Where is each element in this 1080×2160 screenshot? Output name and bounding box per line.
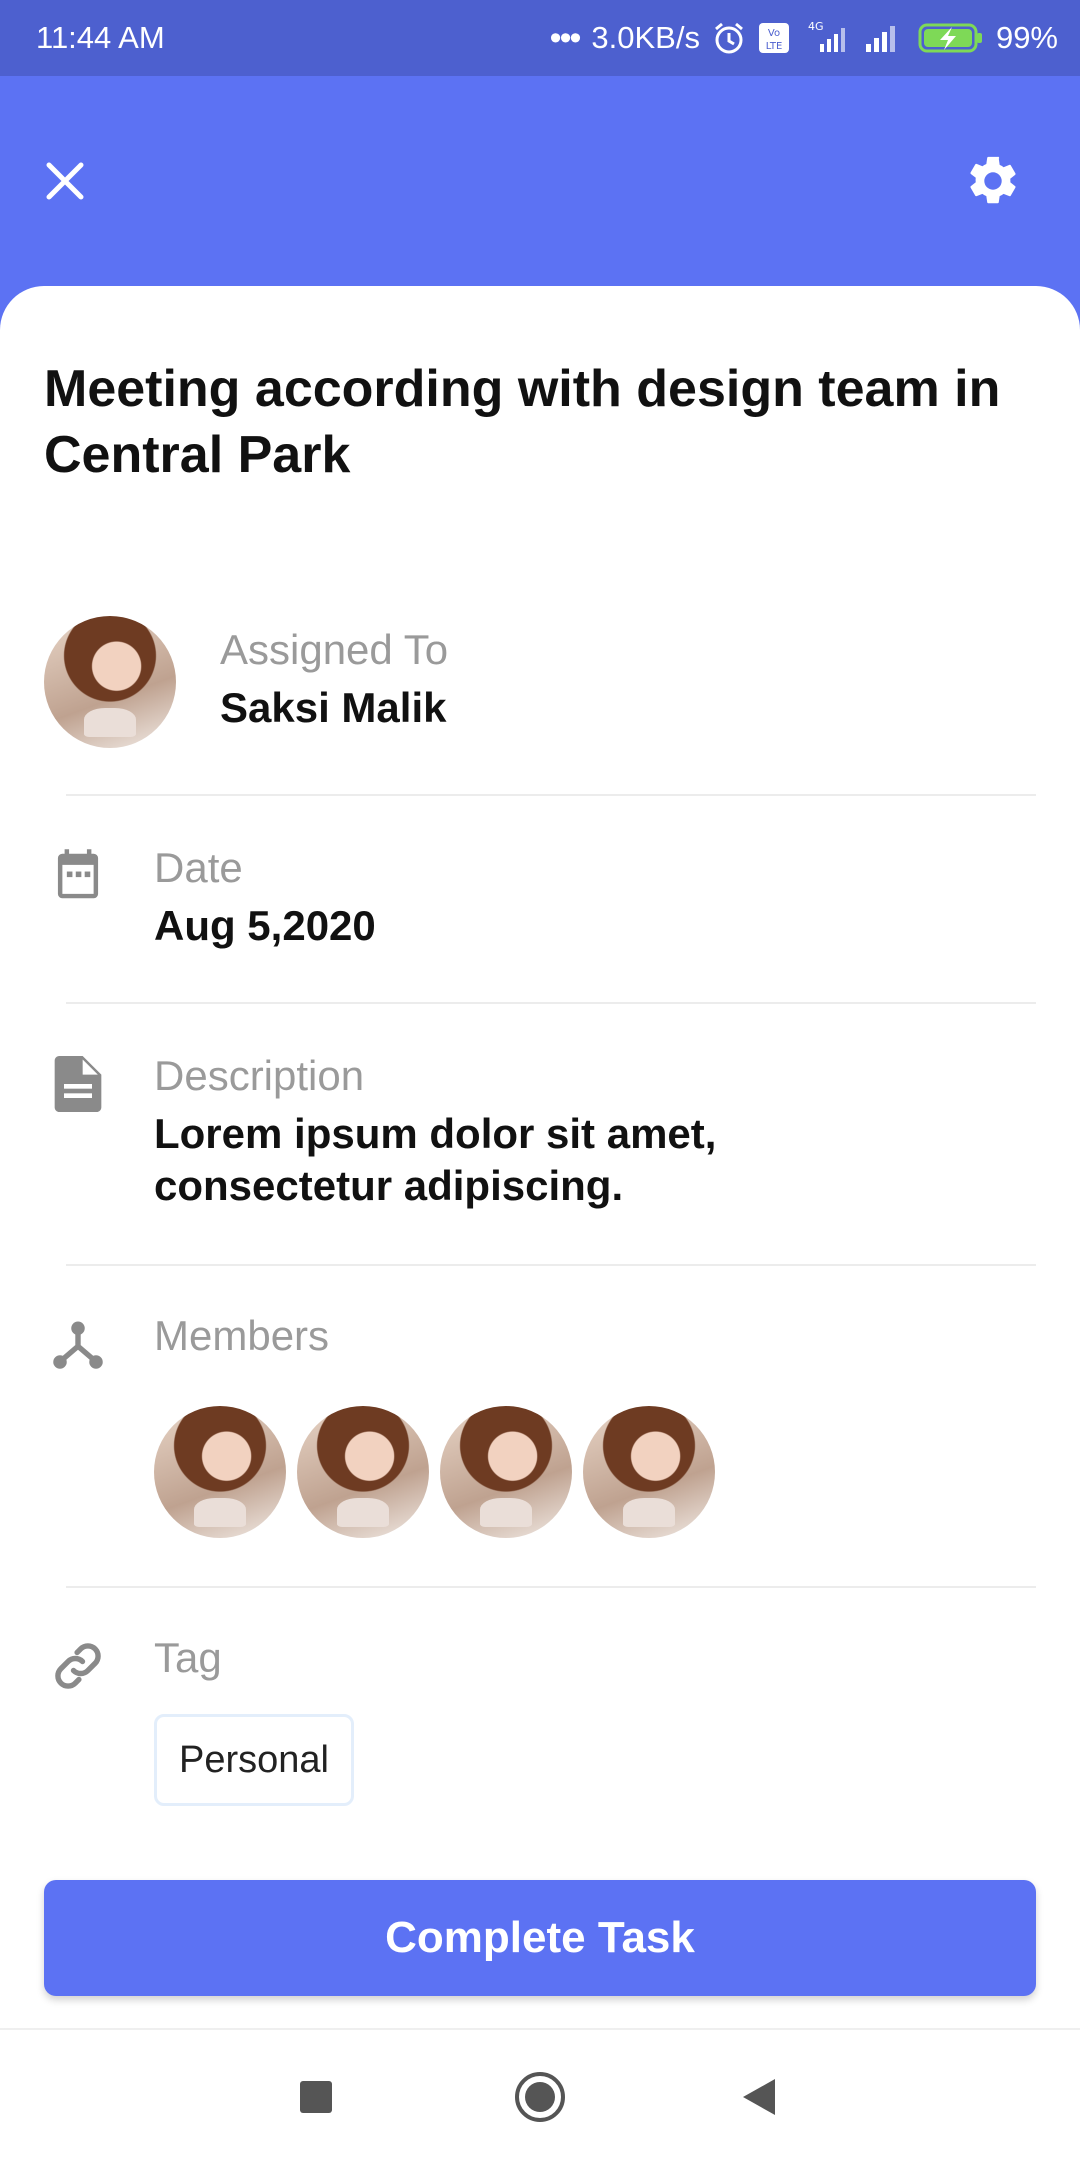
document-icon <box>48 1054 108 1114</box>
member-avatar[interactable] <box>154 1406 286 1538</box>
signal-4g-icon: 4G <box>802 20 850 56</box>
description-section: Description Lorem ipsum dolor sit amet, … <box>154 1052 716 1212</box>
members-icon <box>48 1314 108 1374</box>
assigned-to-label: Assigned To <box>220 626 449 673</box>
divider <box>66 1264 1036 1266</box>
task-detail-card: Meeting according with design team in Ce… <box>0 286 1080 2028</box>
signal-icon <box>862 22 906 54</box>
gear-icon[interactable] <box>958 146 1028 216</box>
calendar-icon <box>48 846 108 906</box>
member-avatar[interactable] <box>440 1406 572 1538</box>
description-label: Description <box>154 1052 365 1099</box>
svg-text:LTE: LTE <box>766 41 783 52</box>
divider <box>66 794 1036 796</box>
tag-label: Tag <box>154 1634 222 1681</box>
assignee-name: Saksi Malik <box>220 684 447 731</box>
status-bar: 11:44 AM ••• 3.0KB/s Vo LTE 4G 99% <box>0 0 1080 76</box>
network-speed: 3.0KB/s <box>591 20 700 55</box>
tag-chip[interactable]: Personal <box>154 1714 354 1806</box>
svg-text:4G: 4G <box>808 20 824 33</box>
battery-percent: 99% <box>995 20 1058 55</box>
back-icon[interactable] <box>724 2062 794 2132</box>
header <box>0 76 1080 286</box>
link-icon <box>48 1636 108 1696</box>
dots-icon: ••• <box>549 18 582 57</box>
volte-icon: Vo LTE <box>758 22 790 54</box>
recent-apps-icon[interactable] <box>281 2062 351 2132</box>
task-title: Meeting according with design team in Ce… <box>44 360 1001 484</box>
status-icons: ••• 3.0KB/s Vo LTE 4G 99% <box>550 19 1058 58</box>
description-line-1: Lorem ipsum dolor sit amet, <box>154 1110 717 1157</box>
date-label: Date <box>154 844 243 891</box>
svg-text:Vo: Vo <box>768 28 780 39</box>
divider <box>66 1002 1036 1004</box>
complete-task-button[interactable]: Complete Task <box>44 1880 1036 1996</box>
close-icon[interactable] <box>30 146 100 216</box>
member-avatar[interactable] <box>297 1406 429 1538</box>
assigned-to-section: Assigned To Saksi Malik <box>220 626 448 734</box>
date-section: Date Aug 5,2020 <box>154 844 376 952</box>
date-value: Aug 5,2020 <box>154 902 376 949</box>
description-line-2: consectetur adipiscing. <box>154 1162 624 1209</box>
members-label: Members <box>154 1312 330 1359</box>
home-icon[interactable] <box>505 2062 575 2132</box>
assignee-avatar <box>44 616 176 748</box>
alarm-icon <box>712 21 746 55</box>
divider <box>66 1586 1036 1588</box>
member-avatar[interactable] <box>583 1406 715 1538</box>
battery-charging-icon <box>918 21 984 55</box>
status-time: 11:44 AM <box>36 20 165 55</box>
system-nav-bar <box>0 2028 1080 2160</box>
